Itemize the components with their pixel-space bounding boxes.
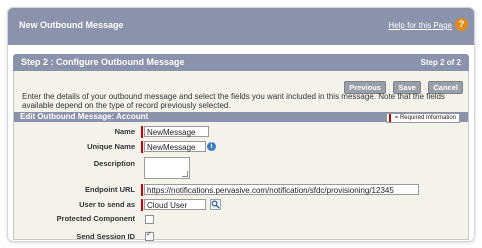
unique-name-field[interactable]: NewMessage bbox=[144, 141, 206, 152]
name-required-marker bbox=[141, 126, 143, 138]
page-title: New Outbound Message bbox=[19, 20, 124, 30]
endpoint-url-field[interactable]: https://notifications.pervasive.com/noti… bbox=[144, 184, 419, 195]
required-legend: = Required Information bbox=[385, 113, 460, 123]
step-counter: Step 2 of 2 bbox=[420, 58, 461, 67]
edit-panel: Previous Save Cancel Enter the details o… bbox=[13, 71, 469, 241]
step-bar: Step 2 : Configure Outbound Message Step… bbox=[13, 54, 469, 71]
description-textarea[interactable] bbox=[144, 157, 190, 179]
send-session-id-label: Send Session ID bbox=[76, 232, 135, 241]
protected-component-label: Protected Component bbox=[56, 214, 135, 223]
intro-text: Enter the details of your outbound messa… bbox=[22, 92, 445, 110]
endpoint-url-label: Endpoint URL bbox=[85, 185, 135, 194]
help-link[interactable]: Help for this Page bbox=[388, 21, 452, 30]
required-marker bbox=[388, 114, 391, 122]
section-header: Edit Outbound Message: Account = Require… bbox=[14, 112, 468, 123]
info-icon[interactable]: i bbox=[207, 142, 216, 151]
send-session-id-checkbox[interactable] bbox=[145, 230, 154, 241]
protected-component-checkbox[interactable] bbox=[145, 215, 154, 224]
user-to-send-as-field[interactable]: Cloud User bbox=[144, 199, 206, 210]
help-icon[interactable]: ? bbox=[455, 18, 468, 31]
unique-name-required-marker bbox=[141, 141, 143, 153]
page-frame: New Outbound Message Help for this Page … bbox=[7, 7, 475, 242]
required-legend-text: = Required Information bbox=[394, 115, 456, 121]
lookup-icon[interactable] bbox=[210, 199, 221, 210]
name-label: Name bbox=[114, 127, 135, 136]
step-title: Step 2 : Configure Outbound Message bbox=[21, 57, 185, 67]
description-label: Description bbox=[93, 159, 135, 168]
user-required-marker bbox=[141, 199, 143, 211]
user-to-send-as-label: User to send as bbox=[79, 200, 135, 209]
resize-handle-icon[interactable] bbox=[182, 171, 188, 177]
section-title: Edit Outbound Message: Account bbox=[20, 112, 149, 121]
endpoint-url-required-marker bbox=[141, 184, 143, 196]
unique-name-label: Unique Name bbox=[87, 142, 135, 151]
name-field[interactable]: NewMessage bbox=[144, 126, 209, 137]
page-header: New Outbound Message Help for this Page … bbox=[8, 8, 474, 45]
